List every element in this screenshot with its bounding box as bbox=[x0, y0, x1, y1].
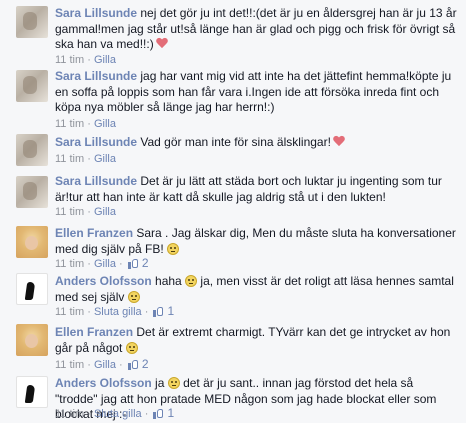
like-link[interactable]: Gilla bbox=[94, 54, 116, 66]
comment-meta: 11 tim · Gilla · 2 bbox=[55, 256, 149, 270]
like-count[interactable]: 1 bbox=[168, 304, 175, 318]
comment-meta: 11 tim · Gilla bbox=[55, 206, 116, 218]
unlike-link[interactable]: Sluta gilla bbox=[94, 408, 142, 420]
thumbs-up-icon[interactable] bbox=[153, 306, 164, 317]
heart-emoji-icon bbox=[156, 38, 168, 49]
comment-author[interactable]: Sara Lillsunde bbox=[55, 174, 137, 188]
comment-author[interactable]: Ellen Franzen bbox=[55, 226, 133, 240]
smiley-emoji-icon bbox=[167, 242, 180, 255]
comment-meta: 11 tim · Gilla bbox=[55, 54, 116, 66]
comment-author[interactable]: Anders Olofsson bbox=[55, 376, 152, 390]
comment-author[interactable]: Ellen Franzen bbox=[55, 325, 133, 339]
like-link[interactable]: Gilla bbox=[94, 359, 116, 371]
smiley-emoji-icon bbox=[127, 290, 140, 303]
comment-timestamp[interactable]: 11 tim bbox=[55, 306, 84, 318]
comment-timestamp[interactable]: 11 tim bbox=[55, 408, 84, 420]
comment-timestamp[interactable]: 11 tim bbox=[55, 206, 84, 218]
comment-text: haha bbox=[155, 274, 182, 288]
like-count[interactable]: 2 bbox=[142, 357, 149, 371]
avatar[interactable] bbox=[16, 6, 48, 38]
avatar[interactable] bbox=[16, 226, 48, 258]
smiley-emoji-icon bbox=[167, 377, 180, 389]
avatar[interactable] bbox=[16, 70, 48, 102]
comment-meta: 11 tim · Gilla bbox=[55, 118, 116, 130]
comment-thread: Sara Lillsunde nej det gör ju int det!!:… bbox=[0, 0, 466, 423]
comment-timestamp[interactable]: 11 tim bbox=[55, 258, 84, 270]
comment-meta: 11 tim · Gilla bbox=[55, 153, 116, 165]
comment-timestamp[interactable]: 11 tim bbox=[55, 153, 84, 165]
avatar[interactable] bbox=[16, 134, 48, 166]
like-link[interactable]: Gilla bbox=[94, 118, 116, 130]
thumbs-up-icon[interactable] bbox=[153, 408, 164, 419]
comment-meta: 11 tim · Sluta gilla · 1 bbox=[55, 406, 175, 420]
comment-author[interactable]: Sara Lillsunde bbox=[55, 135, 137, 149]
comment-author[interactable]: Anders Olofsson bbox=[55, 274, 152, 288]
comment-author[interactable]: Sara Lillsunde bbox=[55, 69, 137, 83]
like-link[interactable]: Gilla bbox=[94, 258, 116, 270]
avatar[interactable] bbox=[16, 324, 48, 356]
like-link[interactable]: Gilla bbox=[94, 206, 116, 218]
like-link[interactable]: Gilla bbox=[94, 153, 116, 165]
comment-timestamp[interactable]: 11 tim bbox=[55, 54, 84, 66]
like-count[interactable]: 2 bbox=[142, 256, 149, 270]
comment-meta: 11 tim · Sluta gilla · 1 bbox=[55, 304, 175, 318]
comment-author[interactable]: Sara Lillsunde bbox=[55, 6, 137, 20]
comment-text: ja bbox=[155, 376, 165, 390]
smiley-emoji-icon bbox=[125, 341, 138, 354]
heart-emoji-icon bbox=[333, 136, 345, 147]
comment-meta: 11 tim · Gilla · 2 bbox=[55, 357, 149, 371]
unlike-link[interactable]: Sluta gilla bbox=[94, 306, 142, 318]
comment-text: Vad gör man inte för sina älsklingar! bbox=[140, 135, 331, 149]
avatar[interactable] bbox=[16, 176, 48, 208]
comment-timestamp[interactable]: 11 tim bbox=[55, 118, 84, 130]
avatar[interactable] bbox=[16, 273, 48, 305]
comment-timestamp[interactable]: 11 tim bbox=[55, 359, 84, 371]
like-count[interactable]: 1 bbox=[168, 406, 175, 420]
smiley-emoji-icon bbox=[185, 275, 198, 287]
thumbs-up-icon[interactable] bbox=[127, 359, 139, 370]
avatar[interactable] bbox=[16, 376, 48, 408]
thumbs-up-icon[interactable] bbox=[127, 258, 139, 269]
